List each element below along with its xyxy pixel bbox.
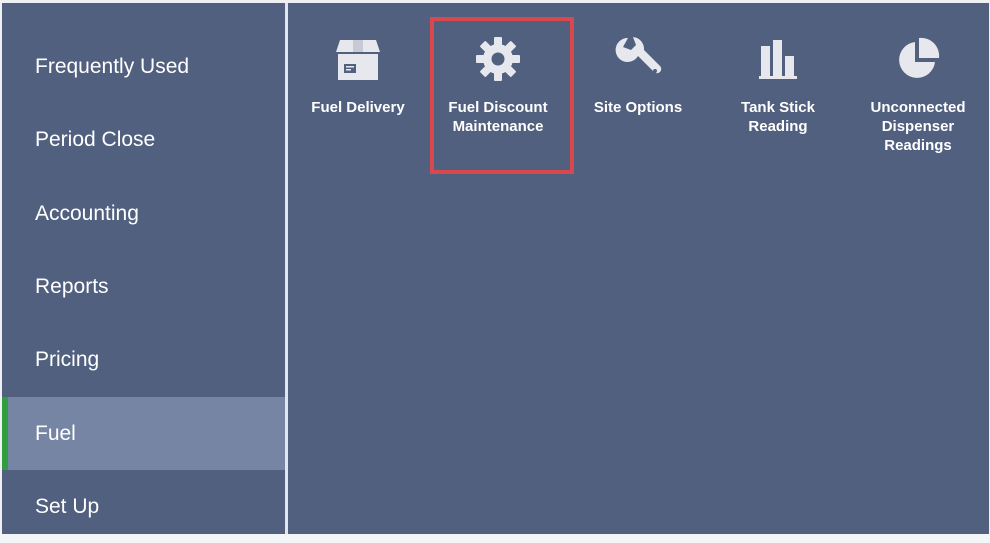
main-panel: Fuel Delivery Fuel Discount Maintenance … bbox=[288, 3, 989, 534]
sidebar: Frequently Used Period Close Accounting … bbox=[2, 3, 285, 534]
tile-tank-stick-reading[interactable]: Tank Stick Reading bbox=[708, 13, 848, 173]
app-window: Frequently Used Period Close Accounting … bbox=[0, 0, 990, 534]
sidebar-item-label: Period Close bbox=[35, 128, 156, 151]
sidebar-item-label: Reports bbox=[35, 275, 109, 298]
tile-label: Unconnected Dispenser Readings bbox=[870, 99, 966, 154]
sidebar-item-label: Pricing bbox=[35, 348, 100, 371]
bar-chart-icon bbox=[708, 35, 848, 83]
tile-label: Fuel Delivery bbox=[311, 99, 405, 116]
sidebar-item-label: Set Up bbox=[35, 495, 100, 518]
wrench-icon bbox=[568, 35, 708, 83]
tile-site-options[interactable]: Site Options bbox=[568, 13, 708, 173]
tile-label: Site Options bbox=[593, 99, 683, 116]
tile-label: Tank Stick Reading bbox=[741, 99, 815, 135]
sidebar-item-set-up[interactable]: Set Up bbox=[2, 470, 285, 543]
tile-unconnected-dispenser-readings[interactable]: Unconnected Dispenser Readings bbox=[848, 13, 988, 173]
sidebar-item-label: Accounting bbox=[35, 202, 139, 225]
sidebar-item-pricing[interactable]: Pricing bbox=[2, 323, 285, 396]
sidebar-item-fuel[interactable]: Fuel bbox=[2, 397, 285, 470]
sidebar-item-accounting[interactable]: Accounting bbox=[2, 177, 285, 250]
sidebar-item-label: Fuel bbox=[35, 422, 76, 445]
tile-fuel-delivery[interactable]: Fuel Delivery bbox=[288, 13, 428, 173]
sidebar-item-period-close[interactable]: Period Close bbox=[2, 103, 285, 176]
sidebar-item-reports[interactable]: Reports bbox=[2, 250, 285, 323]
box-icon bbox=[288, 35, 428, 83]
sidebar-item-frequently-used[interactable]: Frequently Used bbox=[2, 30, 285, 103]
highlight-box bbox=[430, 17, 574, 174]
sidebar-item-label: Frequently Used bbox=[35, 55, 190, 78]
pie-chart-icon bbox=[848, 35, 988, 83]
